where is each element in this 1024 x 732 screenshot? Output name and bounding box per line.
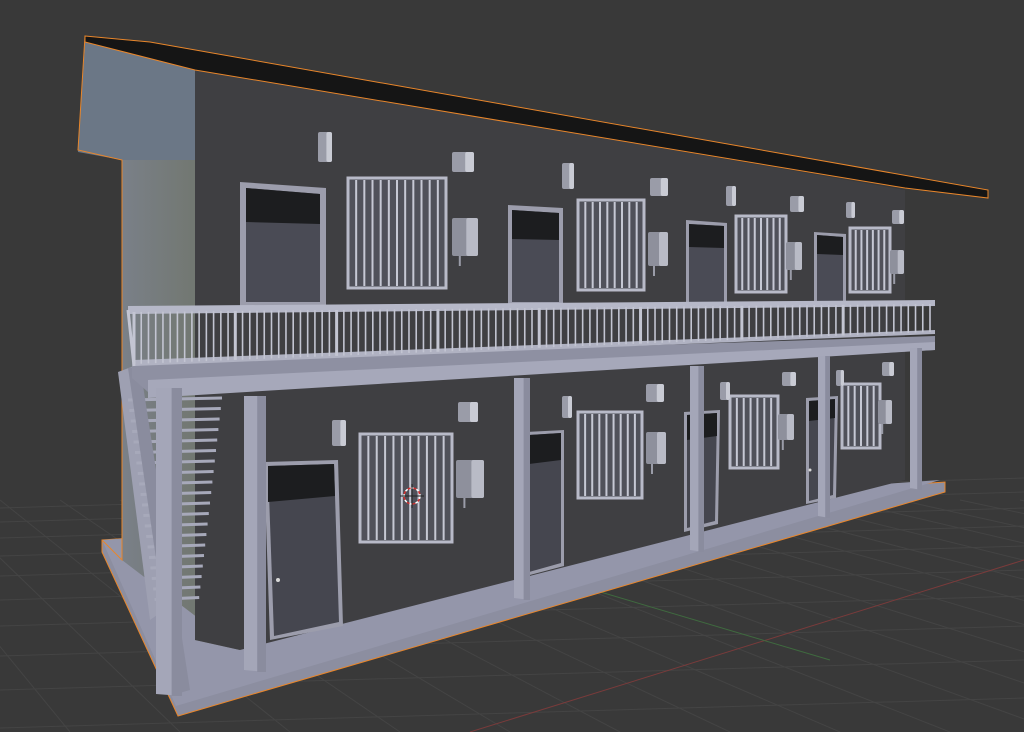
3d-viewport[interactable] [0,0,1024,732]
upper-door-2[interactable] [508,205,563,306]
upper-door-3[interactable] [686,220,727,306]
lower-door-1[interactable] [264,460,343,640]
upper-door-4[interactable] [814,232,846,306]
upper-door-1[interactable] [240,182,326,306]
